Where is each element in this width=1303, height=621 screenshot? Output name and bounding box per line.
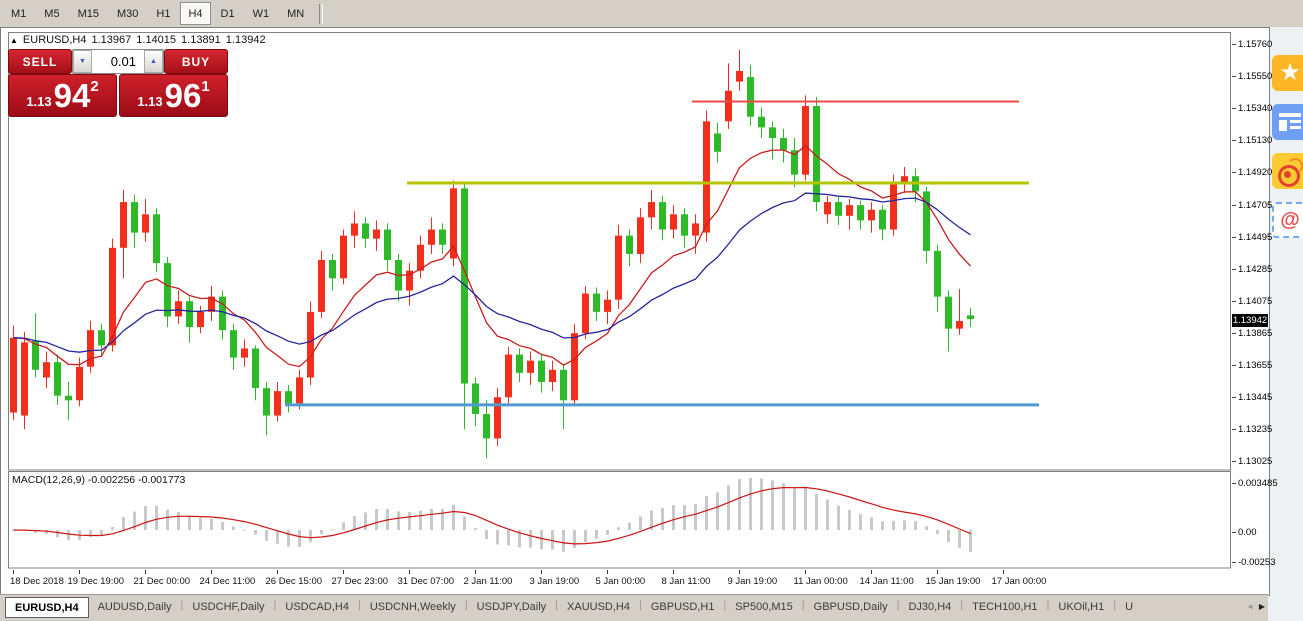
macd-indicator-label: MACD(12,26,9) -0.002256 -0.001773	[12, 474, 185, 486]
svg-text:9 Jan 19:00: 9 Jan 19:00	[728, 576, 778, 587]
sell-price-big: 94	[54, 79, 91, 113]
ohlc-low: 1.13891	[181, 34, 221, 46]
svg-text:2 Jan 11:00: 2 Jan 11:00	[464, 576, 513, 587]
timeframe-button-m5[interactable]: M5	[36, 2, 67, 25]
axis-label: 1.15340	[1232, 103, 1272, 114]
axis-label: -0.00253	[1232, 557, 1276, 568]
svg-text:19 Dec 19:00: 19 Dec 19:00	[68, 576, 125, 587]
svg-text:5 Jan 00:00: 5 Jan 00:00	[596, 576, 646, 587]
axis-label: 1.13865	[1232, 328, 1272, 339]
ohlc-header: ▲ EURUSD,H4 1.13967 1.14015 1.13891 1.13…	[10, 34, 266, 46]
sell-button[interactable]: SELL	[8, 49, 72, 74]
tab-gbpusd-h1[interactable]: GBPUSD,H1	[642, 597, 724, 616]
axis-label: 1.14705	[1232, 200, 1272, 211]
tab-u[interactable]: U	[1116, 597, 1142, 616]
timeframe-button-mn[interactable]: MN	[279, 2, 312, 25]
timeframe-button-d1[interactable]: D1	[213, 2, 243, 25]
svg-text:11 Jan 00:00: 11 Jan 00:00	[794, 576, 848, 587]
mail-icon[interactable]: @	[1272, 202, 1303, 238]
toolbar-separator	[319, 4, 323, 24]
price-axis[interactable]: 1.157601.155501.153401.151301.149201.147…	[1232, 30, 1268, 590]
timeframe-button-m1[interactable]: M1	[3, 2, 34, 25]
tab-audusd-daily[interactable]: AUDUSD,Daily	[89, 597, 181, 616]
tab-scroll-left-button[interactable]: ◄	[1244, 599, 1256, 613]
svg-text:26 Dec 15:00: 26 Dec 15:00	[266, 576, 323, 587]
sell-price-prefix: 1.13	[26, 94, 51, 109]
axis-label: 0.003485	[1232, 478, 1278, 489]
buy-price-sup: 1	[201, 78, 209, 95]
sell-price-panel[interactable]: 1.13 94 2	[8, 74, 117, 117]
buy-price-prefix: 1.13	[137, 94, 162, 109]
svg-text:31 Dec 07:00: 31 Dec 07:00	[398, 576, 455, 587]
tab-usdcad-h4[interactable]: USDCAD,H4	[276, 597, 358, 616]
tab-gbpusd-daily[interactable]: GBPUSD,Daily	[805, 597, 897, 616]
axis-label: 0.00	[1232, 527, 1257, 538]
axis-label: 1.15760	[1232, 39, 1272, 50]
current-price-badge: 1.13942	[1232, 314, 1268, 327]
axis-label: 1.13445	[1232, 392, 1272, 403]
tab-xauusd-h4[interactable]: XAUUSD,H4	[558, 597, 639, 616]
tab-dj30-h4[interactable]: DJ30,H4	[899, 597, 960, 616]
ohlc-close: 1.13942	[226, 34, 266, 46]
axis-label: 1.15550	[1232, 71, 1272, 82]
timeframe-button-h4[interactable]: H4	[180, 2, 210, 25]
axis-label: 1.15130	[1232, 135, 1272, 146]
chart-symbol: EURUSD,H4	[23, 34, 87, 46]
svg-text:3 Jan 19:00: 3 Jan 19:00	[530, 576, 580, 587]
axis-label: 1.13235	[1232, 424, 1272, 435]
chart-window: 18 Dec 2018 19 Dec 19:00 21 Dec 00:00 24 De…	[0, 27, 1270, 596]
symbol-marker-icon: ▲	[10, 36, 18, 45]
tab-tech100-h1[interactable]: TECH100,H1	[963, 597, 1046, 616]
symbol-tab-bar: EURUSD,H4AUDUSD,Daily|USDCHF,Daily|USDCA…	[0, 594, 1268, 621]
buy-price-panel[interactable]: 1.13 96 1	[119, 74, 228, 117]
tab-eurusd-h4[interactable]: EURUSD,H4	[5, 597, 89, 618]
timeframe-button-w1[interactable]: W1	[245, 2, 278, 25]
svg-text:27 Dec 23:00: 27 Dec 23:00	[332, 576, 389, 587]
tab-scroll-right-button[interactable]: ▶	[1256, 599, 1268, 613]
tab-usdchf-daily[interactable]: USDCHF,Daily	[183, 597, 273, 616]
timeframe-button-m30[interactable]: M30	[109, 2, 146, 25]
tab-sp500-m15[interactable]: SP500,M15	[726, 597, 801, 616]
lot-decrease-button[interactable]: ▼	[73, 50, 92, 73]
desktop: { "toolbar": { "timeframes": [ {"label":…	[0, 0, 1303, 621]
tab-ukoil-h1[interactable]: UKOil,H1	[1049, 597, 1113, 616]
timeframe-button-m15[interactable]: M15	[70, 2, 107, 25]
timeframe-button-h1[interactable]: H1	[148, 2, 178, 25]
lot-increase-button[interactable]: ▲	[144, 50, 163, 73]
axis-label: 1.14075	[1232, 296, 1272, 307]
sell-price-sup: 2	[90, 78, 98, 95]
buy-button[interactable]: BUY	[164, 49, 228, 74]
axis-label: 1.14920	[1232, 167, 1272, 178]
timeframe-toolbar: M1M5M15M30H1H4D1W1MN	[0, 0, 1303, 28]
axis-label: 1.13025	[1232, 456, 1272, 467]
buy-price-big: 96	[165, 79, 202, 113]
lot-size-input[interactable]: 0.01	[92, 50, 144, 73]
svg-text:8 Jan 11:00: 8 Jan 11:00	[662, 576, 711, 587]
news-icon[interactable]	[1272, 104, 1303, 140]
svg-text:18 Dec 2018: 18 Dec 2018	[10, 576, 64, 587]
axis-label: 1.13655	[1232, 360, 1272, 371]
svg-text:21 Dec 00:00: 21 Dec 00:00	[134, 576, 191, 587]
tab-usdcnh-weekly[interactable]: USDCNH,Weekly	[361, 597, 465, 616]
axis-label: 1.14285	[1232, 264, 1272, 275]
star-icon[interactable]: ★	[1272, 55, 1303, 91]
svg-text:14 Jan 11:00: 14 Jan 11:00	[860, 576, 914, 587]
lot-size-stepper: ▼ 0.01 ▲	[72, 49, 164, 74]
ohlc-open: 1.13967	[92, 34, 132, 46]
axis-label: 1.14495	[1232, 232, 1272, 243]
one-click-trading-panel: SELL ▼ 0.01 ▲ BUY 1.13 94 2 1.13 96 1	[8, 49, 227, 115]
svg-text:17 Jan 00:00: 17 Jan 00:00	[992, 576, 1047, 587]
weibo-icon[interactable]	[1272, 153, 1303, 189]
svg-text:15 Jan 19:00: 15 Jan 19:00	[926, 576, 981, 587]
tab-usdjpy-daily[interactable]: USDJPY,Daily	[468, 597, 556, 616]
svg-text:24 Dec 11:00: 24 Dec 11:00	[200, 576, 256, 587]
ohlc-high: 1.14015	[136, 34, 176, 46]
